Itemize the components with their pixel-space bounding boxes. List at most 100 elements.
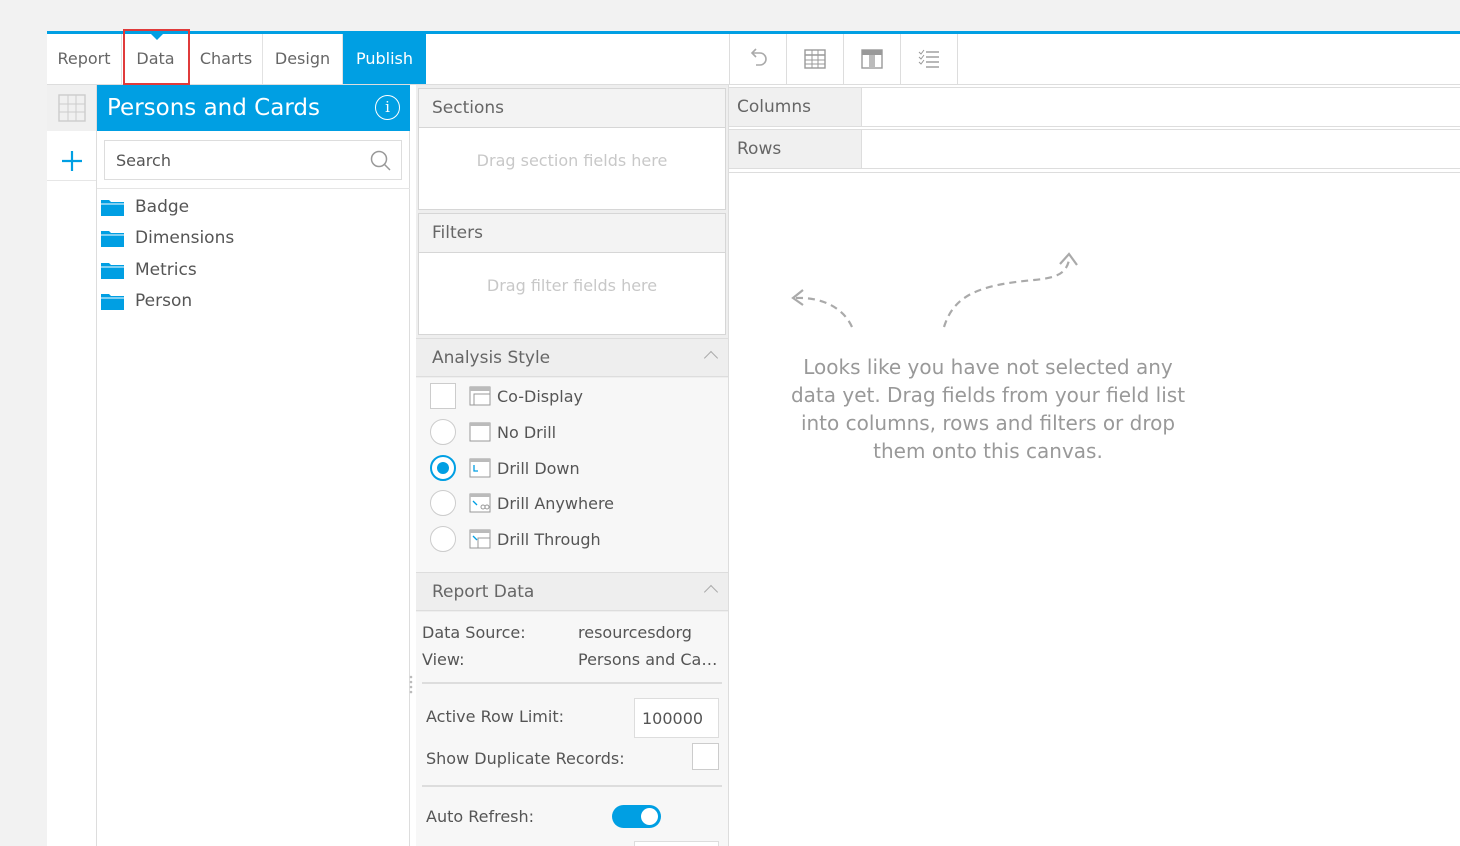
analysis-style-options: Co-Display No Drill Drill Down Drill Any… [416, 378, 728, 573]
table-layout-button[interactable] [787, 34, 844, 84]
folder-list: Badge Dimensions Metrics Person [100, 191, 234, 317]
drill-through-radio[interactable] [430, 526, 456, 552]
drill-down-icon [469, 458, 491, 478]
tab-design[interactable]: Design [263, 34, 343, 84]
field-panel: Persons and Cards i Badge Dimensions Met… [97, 85, 410, 846]
co-display-icon [469, 386, 491, 406]
row-limit-label: Active Row Limit: [426, 707, 564, 726]
option-label: Drill Through [497, 529, 601, 549]
folder-label: Dimensions [135, 228, 235, 249]
chevron-up-icon [703, 584, 719, 600]
panel-resize-handle[interactable] [409, 674, 413, 696]
option-co-display[interactable]: Co-Display [430, 382, 583, 410]
grid-icon [57, 94, 86, 122]
option-drill-through[interactable]: Drill Through [430, 525, 601, 553]
canvas-divider [729, 172, 1460, 173]
option-no-drill[interactable]: No Drill [430, 418, 556, 446]
filters-box[interactable]: Filters Drag filter fields here [418, 213, 726, 335]
field-search [104, 140, 402, 180]
drill-down-radio[interactable] [430, 455, 456, 481]
no-drill-radio[interactable] [430, 419, 456, 445]
folder-item-dimensions[interactable]: Dimensions [100, 223, 234, 255]
tab-publish[interactable]: Publish [343, 34, 426, 84]
report-toolbar [729, 34, 960, 84]
sections-box[interactable]: Sections Drag section fields here [418, 88, 726, 210]
sections-title: Sections [419, 89, 725, 128]
auto-refresh-label: Auto Refresh: [426, 807, 535, 826]
folder-item-metrics[interactable]: Metrics [100, 254, 234, 286]
co-display-checkbox[interactable] [430, 383, 456, 409]
add-button[interactable] [47, 141, 96, 181]
show-duplicates-checkbox[interactable] [692, 743, 719, 770]
search-icon[interactable] [370, 150, 391, 171]
folder-icon [101, 199, 124, 216]
duplicates-label: Show Duplicate Records: [426, 749, 625, 768]
checklist-icon [918, 49, 939, 68]
folder-label: Badge [135, 196, 190, 217]
folder-icon [101, 294, 124, 311]
option-drill-anywhere[interactable]: Drill Anywhere [430, 489, 614, 517]
filters-drop-hint: Drag filter fields here [486, 276, 658, 295]
tab-data[interactable]: Data [122, 34, 190, 84]
option-label: No Drill [497, 422, 557, 442]
partial-input[interactable] [634, 841, 719, 846]
undo-icon [750, 48, 767, 66]
drill-through-icon [469, 529, 491, 549]
folder-item-person[interactable]: Person [100, 286, 234, 318]
no-drill-icon [469, 422, 491, 442]
analysis-style-header[interactable]: Analysis Style [416, 338, 728, 377]
undo-button[interactable] [730, 34, 787, 84]
tab-report[interactable]: Report [47, 34, 122, 84]
top-tab-bar: Report Data Charts Design Publish [47, 29, 1460, 85]
field-grid-button[interactable] [47, 85, 96, 131]
folder-label: Person [135, 291, 193, 312]
canvas-area: Columns Rows Looks like you have not sel… [728, 85, 1460, 846]
sections-drop-hint: Drag section fields here [476, 151, 668, 170]
info-icon[interactable]: i [375, 95, 400, 120]
folder-label: Metrics [135, 259, 197, 280]
dashed-arrows-illustration [791, 252, 1078, 328]
active-tab-caret-icon [150, 33, 164, 40]
option-label: Drill Anywhere [497, 493, 615, 513]
columns-label: Columns [729, 88, 862, 126]
empty-canvas-hint: Looks like you have not selected any dat… [790, 355, 1186, 463]
data-source-value: resourcesdorg [578, 623, 692, 642]
tab-charts[interactable]: Charts [190, 34, 263, 84]
pivot-table-icon [861, 49, 883, 69]
option-label: Drill Down [497, 458, 580, 478]
option-drill-down[interactable]: Drill Down [430, 454, 580, 482]
report-builder: Report Data Charts Design Publish Person… [47, 29, 1460, 846]
view-title: Persons and Cards i [97, 85, 410, 131]
rows-label: Rows [729, 130, 862, 168]
view-label: View: [422, 650, 465, 669]
divider [422, 785, 722, 787]
row-limit-input[interactable] [634, 698, 719, 738]
report-data-header[interactable]: Report Data [416, 572, 728, 611]
chevron-up-icon [703, 350, 719, 366]
option-label: Co-Display [497, 386, 584, 406]
report-config-panel: Sections Drag section fields here Filter… [416, 85, 728, 846]
view-value: Persons and Cards [578, 650, 723, 669]
view-title-text: Persons and Cards [107, 95, 320, 121]
filters-title: Filters [419, 214, 725, 253]
rows-shelf[interactable]: Rows [729, 129, 1460, 169]
folder-icon [101, 231, 124, 248]
report-data-panel: Data Source: resourcesdorg View: Persons… [416, 612, 728, 846]
analysis-style-title: Analysis Style [432, 348, 551, 368]
drill-anywhere-radio[interactable] [430, 490, 456, 516]
left-rail [47, 85, 97, 846]
folder-item-badge[interactable]: Badge [100, 191, 234, 223]
folder-icon [101, 262, 124, 279]
pivot-layout-button[interactable] [844, 34, 901, 84]
search-input[interactable] [105, 141, 355, 179]
columns-shelf[interactable]: Columns [729, 87, 1460, 127]
table-icon [804, 49, 826, 69]
plus-icon [61, 150, 82, 171]
report-data-title: Report Data [432, 582, 535, 602]
list-layout-button[interactable] [901, 34, 958, 84]
auto-refresh-toggle[interactable] [612, 805, 661, 828]
divider [422, 682, 722, 684]
drill-anywhere-icon [469, 493, 491, 513]
divider [97, 188, 410, 189]
data-source-label: Data Source: [422, 623, 526, 642]
